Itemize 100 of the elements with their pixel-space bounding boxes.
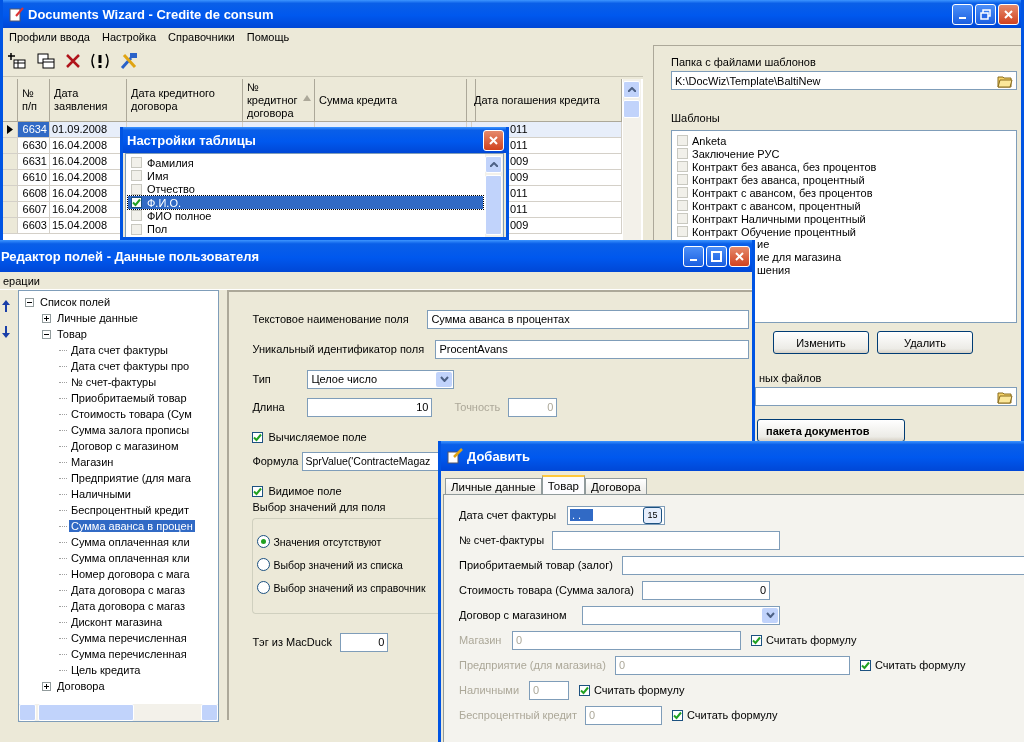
input-field[interactable]: ProcentAvans (435, 339, 750, 359)
list-item[interactable]: Фамилия (147, 156, 194, 169)
checkbox[interactable] (252, 485, 264, 497)
tree-item[interactable]: Магазин (68, 456, 116, 468)
checkbox[interactable] (252, 431, 264, 443)
expand-toggle[interactable] (24, 297, 34, 307)
tab[interactable]: Личные данные (445, 478, 542, 494)
tree-item[interactable]: Дисконт магазина (68, 616, 165, 628)
date-field[interactable]: . . 15 (567, 505, 665, 525)
expand-toggle[interactable] (41, 329, 51, 339)
folder-icon[interactable] (997, 73, 1013, 88)
maximize-button[interactable] (706, 245, 727, 267)
tree-item[interactable]: Договор с магазином (68, 440, 181, 452)
menu-item[interactable]: Профили ввода (3, 30, 96, 43)
checkbox[interactable] (131, 197, 142, 209)
list-item[interactable]: ие для магазина (757, 251, 841, 263)
list-item[interactable]: Имя (147, 169, 169, 182)
folder-field[interactable]: K:\DocWiz\Template\BaltiNew (671, 71, 1017, 90)
tree-item[interactable]: Беспроцентный кредит (68, 504, 191, 516)
down-arrow-icon[interactable] (1, 326, 10, 338)
generate-button[interactable]: пакета документов (757, 419, 905, 442)
menu-item[interactable]: Помощь (240, 30, 296, 43)
close-button[interactable] (998, 3, 1019, 25)
tree-item[interactable]: Сумма аванса в процен (68, 520, 195, 532)
list-item[interactable]: шения (757, 264, 791, 276)
tab[interactable]: Договора (584, 478, 647, 494)
tree-item[interactable]: Приобритаемый товар (68, 392, 189, 404)
row-header[interactable] (3, 122, 18, 138)
add-record-icon[interactable] (7, 51, 27, 70)
close-button[interactable] (483, 129, 504, 151)
input-field[interactable]: 0 (340, 632, 389, 652)
list-item[interactable]: Контракт с авансом, процентный (692, 199, 861, 212)
tree-item[interactable]: Дата договора с магаз (68, 584, 187, 596)
tree-item[interactable]: Список полей (37, 296, 113, 308)
menu-item[interactable]: ерации (0, 274, 46, 287)
copy-record-icon[interactable] (36, 51, 56, 70)
radio-button[interactable] (257, 535, 271, 548)
tree-item[interactable]: Сумма перечисленная (68, 632, 189, 644)
list-item[interactable]: Контракт Обучение процентный (692, 225, 856, 238)
tree-item[interactable]: Сумма залога прописы (68, 424, 192, 436)
radio-button[interactable] (257, 558, 271, 571)
tree-item[interactable]: Стоимость товара (Сум (68, 408, 194, 420)
tab[interactable]: Товар (541, 475, 585, 494)
calendar-button[interactable]: 15 (643, 506, 662, 524)
scroll-thumb[interactable] (485, 175, 502, 235)
tree-item[interactable]: Дата счет фактуры (68, 344, 170, 356)
tree-item[interactable]: Цель кредита (68, 664, 143, 676)
folder-icon[interactable] (997, 389, 1013, 404)
tree-item[interactable]: Дата договора с магаз (68, 600, 187, 612)
input-field[interactable] (552, 530, 781, 550)
folder-field[interactable] (755, 387, 1017, 406)
list-item[interactable]: Пол (147, 223, 168, 236)
minimize-button[interactable] (683, 245, 704, 267)
expand-toggle[interactable] (41, 313, 51, 323)
scrollbar[interactable] (18, 704, 219, 721)
list-item[interactable]: Контракт без аванса, процентный (692, 173, 865, 186)
scroll-thumb[interactable] (623, 100, 640, 118)
up-arrow-icon[interactable] (1, 300, 10, 312)
radio-button[interactable] (257, 581, 271, 594)
list-item[interactable]: Контракт без аванса, без процентов (692, 160, 877, 173)
tree-item[interactable]: Личные данные (54, 312, 140, 324)
list-item[interactable]: Контракт с авансом, без процентов (692, 186, 873, 199)
minimize-button[interactable] (952, 3, 973, 25)
scrollbar[interactable] (485, 154, 503, 237)
tree-item[interactable]: Предприятие (для мага (68, 472, 193, 484)
fields-tree[interactable] (17, 290, 220, 722)
tree-item[interactable]: Сумма оплаченная кли (68, 536, 192, 548)
action-button[interactable]: Удалить (877, 331, 973, 354)
input-field[interactable] (622, 555, 1024, 575)
menu-item[interactable]: Настройка (95, 30, 163, 43)
list-item[interactable]: Отчество (147, 183, 195, 196)
list-item[interactable]: ие (757, 238, 770, 250)
input-field[interactable]: Сумма аванса в процентах (427, 309, 750, 329)
tree-item[interactable]: № счет-фактуры (68, 376, 159, 388)
tree-item[interactable]: Сумма оплаченная кли (68, 552, 192, 564)
tree-item[interactable]: Наличными (68, 488, 133, 500)
menu-item[interactable]: Справочники (162, 30, 241, 43)
delete-icon[interactable] (65, 52, 81, 69)
tree-item[interactable]: Товар (54, 328, 89, 340)
tree-item[interactable]: Дата счет фактуры про (68, 360, 192, 372)
input-field[interactable]: 10 (307, 397, 433, 417)
list-item[interactable]: Ф.И.О. (147, 196, 181, 209)
tree-item[interactable]: Договора (54, 680, 107, 692)
dropdown[interactable] (582, 605, 780, 625)
alert-icon[interactable] (90, 51, 110, 70)
list-item[interactable]: ФИО полное (147, 209, 212, 222)
input-field[interactable]: 0 (642, 580, 770, 600)
type-dropdown[interactable]: Целое число (307, 369, 455, 389)
expand-toggle[interactable] (41, 681, 51, 691)
action-button[interactable]: Изменить (773, 331, 869, 354)
list-item[interactable]: Контракт Наличными процентный (692, 212, 866, 225)
list-item[interactable]: Заключение РУС (692, 147, 780, 160)
close-button[interactable] (729, 245, 750, 267)
templates-list[interactable] (671, 130, 1017, 323)
list-item[interactable]: Anketa (692, 134, 727, 147)
restore-button[interactable] (975, 3, 996, 25)
tree-item[interactable]: Сумма перечисленная (68, 648, 189, 660)
scrollbar[interactable] (623, 79, 641, 241)
tree-item[interactable]: Номер договора с мага (68, 568, 192, 580)
tools-icon[interactable] (119, 51, 139, 70)
